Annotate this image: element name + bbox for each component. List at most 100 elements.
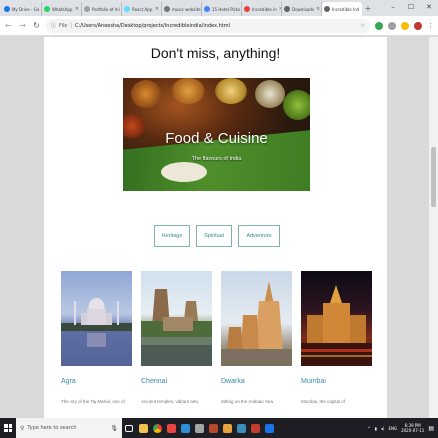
start-button[interactable] <box>0 418 16 438</box>
clock-date: 2020-07-11 <box>401 428 425 433</box>
mumbai-cst-graphic <box>301 285 372 366</box>
card-title[interactable]: Mumbai <box>301 378 372 385</box>
card-title[interactable]: Agra <box>61 378 132 385</box>
favicon-icon <box>84 6 90 12</box>
minimize-icon[interactable]: – <box>384 0 402 14</box>
extension-icon[interactable] <box>401 21 409 30</box>
browser-tab[interactable]: WhatsApp × <box>42 2 82 16</box>
tab-close-icon[interactable]: × <box>316 6 320 12</box>
browser-tab[interactable]: React App × <box>122 2 162 16</box>
tab-label: Incredible Ind <box>332 6 360 12</box>
favicon-icon <box>244 6 250 12</box>
system-tray: ^ ▮ ◂) ENG 6:39 PM 2020-07-11 ▤ <box>367 423 438 433</box>
favicon-icon <box>284 6 290 12</box>
info-icon[interactable]: ⓘ <box>51 22 56 29</box>
new-tab-button[interactable]: + <box>362 4 374 13</box>
tab-label: music website <box>172 6 201 12</box>
file-explorer-icon[interactable] <box>136 418 150 438</box>
browser-tab[interactable]: 15 Hotel Picks× <box>202 2 242 16</box>
back-icon[interactable]: ← <box>4 21 13 30</box>
favicon-icon <box>44 6 50 12</box>
card-description: Ancient temples, vibrant arts, <box>141 399 200 404</box>
destination-card-agra[interactable]: Agra The city of the Taj Mahal, one of <box>61 271 132 404</box>
card-title[interactable]: Dwarka <box>221 378 292 385</box>
browser-toolbar: ← → ↻ ⓘ File | C:/Users/Aneesha/Desktop/… <box>0 16 438 36</box>
rice-graphic <box>161 162 207 182</box>
language-indicator[interactable]: ENG <box>388 426 397 431</box>
reload-icon[interactable]: ↻ <box>32 21 41 30</box>
chennai-image[interactable] <box>141 271 212 366</box>
menu-icon[interactable]: ⋮ <box>427 22 434 30</box>
volume-icon[interactable]: ◂) <box>381 426 385 431</box>
close-icon[interactable]: ✕ <box>420 0 438 14</box>
tab-label: Downloads <box>292 6 314 12</box>
app-icon[interactable] <box>234 418 248 438</box>
agra-image[interactable] <box>61 271 132 366</box>
temple-graphic <box>141 289 212 366</box>
taj-mahal-graphic <box>61 298 132 366</box>
vscode-icon[interactable] <box>178 418 192 438</box>
card-description: The city of the Taj Mahal, one of <box>61 399 125 404</box>
dwarka-image[interactable] <box>221 271 292 366</box>
search-icon: ⚲ <box>20 424 25 432</box>
app-icon[interactable] <box>248 418 262 438</box>
browser-tab[interactable]: music website× <box>162 2 202 16</box>
card-description: Sitting on the Arabian Sea <box>221 399 274 404</box>
browser-tab[interactable]: Downloads × <box>282 2 322 16</box>
filter-heritage-button[interactable]: Heritage <box>154 225 190 247</box>
destination-card-mumbai[interactable]: Mumbai Mumbai, the capital of <box>301 271 372 404</box>
tab-label: 15 Hotel Picks <box>212 6 241 12</box>
destination-card-dwarka[interactable]: Dwarka Sitting on the Arabian Sea <box>221 271 292 404</box>
profile-avatar[interactable] <box>414 21 422 30</box>
notifications-icon[interactable]: ▤ <box>428 425 434 432</box>
card-title[interactable]: Chennai <box>141 378 212 385</box>
filter-spiritual-button[interactable]: Spiritual <box>196 225 232 247</box>
mumbai-image[interactable] <box>301 271 372 366</box>
browser-tab[interactable]: Incredible Ind× <box>322 2 362 16</box>
app-icon[interactable] <box>206 418 220 438</box>
browser-tab[interactable]: Incredible in× <box>242 2 282 16</box>
app-icon[interactable] <box>262 418 276 438</box>
tab-label: Incredible in <box>252 6 277 12</box>
app-icon[interactable] <box>220 418 234 438</box>
tab-label: Portfolio of Ini <box>92 6 120 12</box>
scrollbar-thumb[interactable] <box>431 147 436 207</box>
address-separator: | <box>70 22 73 29</box>
taskbar-search-input[interactable]: Type here to search <box>27 425 76 431</box>
address-bar[interactable]: ⓘ File | C:/Users/Aneesha/Desktop/projec… <box>46 18 370 33</box>
favicon-icon <box>124 6 130 12</box>
chevron-up-icon[interactable]: ^ <box>367 426 370 431</box>
app-icon[interactable] <box>192 418 206 438</box>
page-content: Don't miss, anything! Food & Cuisine The… <box>44 37 387 418</box>
extension-icon[interactable] <box>388 21 396 30</box>
section-heading: Don't miss, anything! <box>150 45 281 61</box>
network-icon[interactable]: ▮ <box>375 426 377 431</box>
tab-label: WhatsApp <box>52 6 73 12</box>
category-filters: Heritage Spiritual Adventure <box>154 225 280 247</box>
chrome-icon[interactable] <box>150 418 164 438</box>
tab-label: My Drive - Go <box>12 6 40 12</box>
clock[interactable]: 6:39 PM 2020-07-11 <box>401 423 424 433</box>
file-label: File <box>59 22 68 29</box>
hero-subtitle: The flavours of India <box>191 156 242 162</box>
taskbar-search[interactable]: ⚲ Type here to search 🎙 <box>16 418 122 438</box>
page-scrollbar[interactable] <box>429 37 438 418</box>
microphone-icon[interactable]: 🎙 <box>110 425 118 432</box>
filter-adventure-button[interactable]: Adventure <box>238 225 280 247</box>
address-url[interactable]: C:/Users/Aneesha/Desktop/projects/Incred… <box>75 23 230 29</box>
destination-card-chennai[interactable]: Chennai Ancient temples, vibrant arts, <box>141 271 212 404</box>
tab-close-icon[interactable]: × <box>155 6 159 12</box>
tab-close-icon[interactable]: × <box>75 6 79 12</box>
app-icon[interactable] <box>164 418 178 438</box>
browser-tab[interactable]: Portfolio of Ini× <box>82 2 122 16</box>
card-description: Mumbai, the capital of <box>301 399 346 404</box>
maximize-icon[interactable]: ☐ <box>402 0 420 14</box>
browser-tab[interactable]: My Drive - Go× <box>2 2 42 16</box>
curry-bowl-graphic <box>283 90 310 120</box>
star-icon[interactable]: ☆ <box>361 23 365 29</box>
forward-icon[interactable]: → <box>18 21 27 30</box>
destination-cards: Agra The city of the Taj Mahal, one of C… <box>61 271 372 404</box>
extension-icon[interactable] <box>375 21 383 30</box>
hero-banner: Food & Cuisine The flavours of India <box>123 78 310 191</box>
task-view-icon[interactable] <box>122 418 136 438</box>
